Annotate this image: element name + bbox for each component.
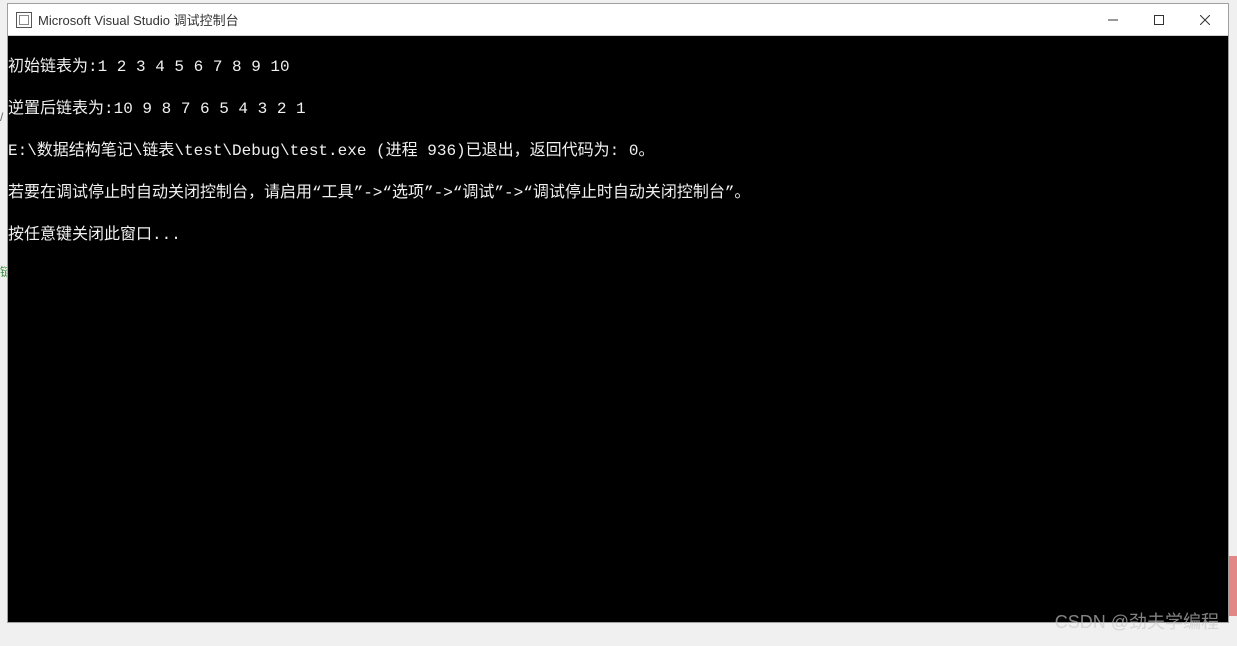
console-line: E:\数据结构笔记\链表\test\Debug\test.exe (进程 936… [8, 141, 1228, 162]
app-icon [16, 12, 32, 28]
console-window: Microsoft Visual Studio 调试控制台 初始链表为:1 2 … [7, 3, 1229, 623]
maximize-icon [1154, 15, 1164, 25]
console-line: 按任意键关闭此窗口... [8, 225, 1228, 246]
minimize-button[interactable] [1090, 4, 1136, 35]
console-line: 逆置后链表为:10 9 8 7 6 5 4 3 2 1 [8, 99, 1228, 120]
maximize-button[interactable] [1136, 4, 1182, 35]
minimize-icon [1108, 15, 1118, 25]
titlebar[interactable]: Microsoft Visual Studio 调试控制台 [8, 4, 1228, 36]
console-output[interactable]: 初始链表为:1 2 3 4 5 6 7 8 9 10 逆置后链表为:10 9 8… [8, 36, 1228, 622]
close-icon [1200, 15, 1210, 25]
window-title: Microsoft Visual Studio 调试控制台 [38, 10, 1090, 29]
background-fragment-1: / [0, 110, 3, 124]
console-line: 若要在调试停止时自动关闭控制台，请启用“工具”->“选项”->“调试”->“调试… [8, 183, 1228, 204]
console-line: 初始链表为:1 2 3 4 5 6 7 8 9 10 [8, 57, 1228, 78]
close-button[interactable] [1182, 4, 1228, 35]
window-controls [1090, 4, 1228, 35]
